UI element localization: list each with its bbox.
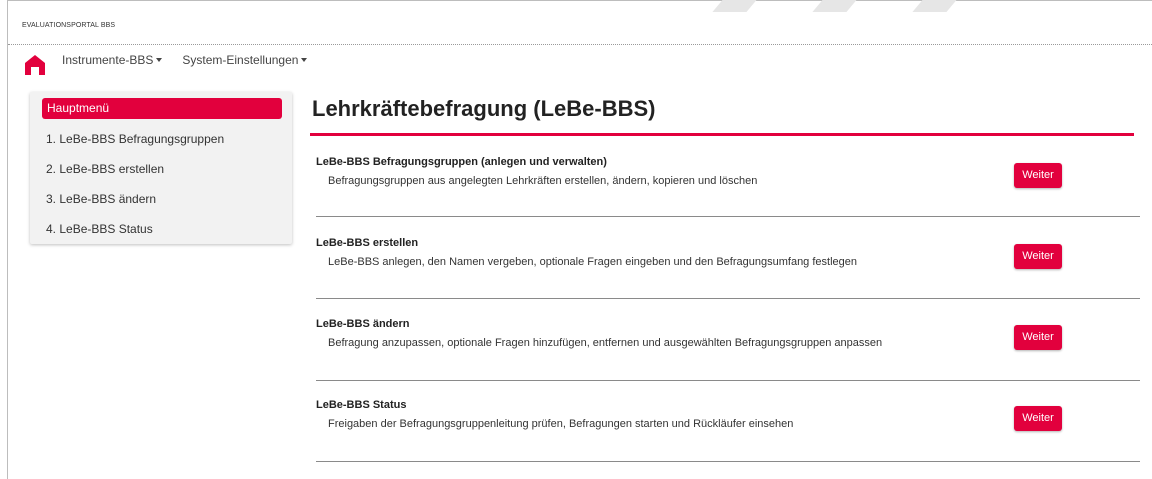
section-title: LeBe-BBS erstellen [316, 237, 419, 249]
section-title: LeBe-BBS ändern [316, 318, 410, 330]
frame-top-border [7, 0, 1152, 1]
caret-down-icon [301, 58, 308, 62]
sidebar-item-aendern[interactable]: 3. LeBe-BBS ändern [46, 192, 156, 206]
section-divider [316, 298, 1140, 299]
main-navbar: Instrumente-BBS System-Einstellungen [62, 53, 308, 67]
sidebar-item-status[interactable]: 4. LeBe-BBS Status [46, 222, 153, 236]
title-underline [310, 133, 1134, 136]
sidebar-item-befragungsgruppen[interactable]: 1. LeBe-BBS Befragungsgruppen [46, 132, 224, 146]
section-description: Freigaben der Befragungsgruppenleitung p… [328, 418, 794, 430]
portal-title: EVALUATIONSPORTAL BBS [22, 22, 116, 29]
decorative-stripe [912, 0, 962, 12]
section-description: LeBe-BBS anlegen, den Namen vergeben, op… [328, 256, 857, 268]
weiter-button[interactable]: Weiter [1014, 325, 1062, 350]
decorative-stripe [812, 0, 862, 12]
caret-down-icon [156, 58, 163, 62]
nav-system-label: System-Einstellungen [182, 53, 299, 67]
nav-instrumente-dropdown[interactable]: Instrumente-BBS [62, 53, 163, 67]
section-title: LeBe-BBS Status [316, 399, 407, 411]
weiter-button[interactable]: Weiter [1014, 244, 1062, 269]
sidebar-item-erstellen[interactable]: 2. LeBe-BBS erstellen [46, 162, 164, 176]
section-divider [316, 216, 1140, 217]
home-icon[interactable] [24, 54, 46, 76]
sidebar-menu: Hauptmenü 1. LeBe-BBS Befragungsgruppen … [30, 92, 292, 244]
section-description: Befragungsgruppen aus angelegten Lehrkrä… [328, 175, 758, 187]
section-divider [316, 461, 1140, 462]
nav-instrumente-label: Instrumente-BBS [62, 53, 154, 67]
nav-system-dropdown[interactable]: System-Einstellungen [182, 53, 308, 67]
section-description: Befragung anzupassen, optionale Fragen h… [328, 337, 883, 349]
section-title: LeBe-BBS Befragungsgruppen (anlegen und … [316, 156, 607, 168]
section-divider [316, 380, 1140, 381]
weiter-button[interactable]: Weiter [1014, 163, 1062, 188]
weiter-button[interactable]: Weiter [1014, 406, 1062, 431]
sidebar-item-hauptmenu[interactable]: Hauptmenü [42, 98, 282, 119]
header-divider [8, 44, 1152, 45]
frame-left-border [7, 0, 8, 479]
decorative-stripe [712, 0, 762, 12]
page-title: Lehrkräftebefragung (LeBe-BBS) [312, 96, 656, 121]
